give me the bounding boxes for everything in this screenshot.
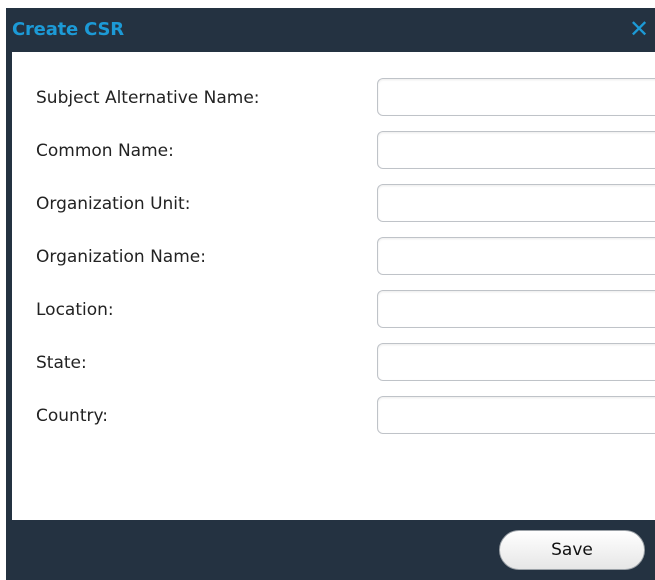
organization-name-label: Organization Name: (36, 247, 206, 267)
organization-unit-label: Organization Unit: (36, 194, 191, 214)
country-input[interactable] (377, 396, 655, 434)
save-button[interactable]: Save (499, 530, 645, 570)
close-icon[interactable]: ✕ (627, 14, 651, 44)
common-name-input[interactable] (377, 131, 655, 169)
create-csr-dialog: Create CSR ✕ Subject Alternative Name: C… (6, 8, 655, 580)
location-input[interactable] (377, 290, 655, 328)
common-name-label: Common Name: (36, 141, 174, 161)
country-label: Country: (36, 406, 109, 426)
field-row-location: Location: (12, 290, 655, 332)
dialog-body: Subject Alternative Name: Common Name: O… (12, 52, 655, 520)
state-input[interactable] (377, 343, 655, 381)
dialog-title: Create CSR (12, 19, 124, 40)
field-row-common-name: Common Name: (12, 131, 655, 173)
field-row-country: Country: (12, 396, 655, 438)
organization-unit-input[interactable] (377, 184, 655, 222)
dialog-footer: Save (6, 520, 655, 580)
field-row-organization-unit: Organization Unit: (12, 184, 655, 226)
location-label: Location: (36, 300, 114, 320)
field-row-state: State: (12, 343, 655, 385)
subject-alternative-name-input[interactable] (377, 78, 655, 116)
field-row-organization-name: Organization Name: (12, 237, 655, 279)
dialog-titlebar: Create CSR ✕ (6, 8, 655, 52)
field-row-subject-alternative-name: Subject Alternative Name: (12, 78, 655, 120)
subject-alternative-name-label: Subject Alternative Name: (36, 88, 260, 108)
state-label: State: (36, 353, 87, 373)
organization-name-input[interactable] (377, 237, 655, 275)
